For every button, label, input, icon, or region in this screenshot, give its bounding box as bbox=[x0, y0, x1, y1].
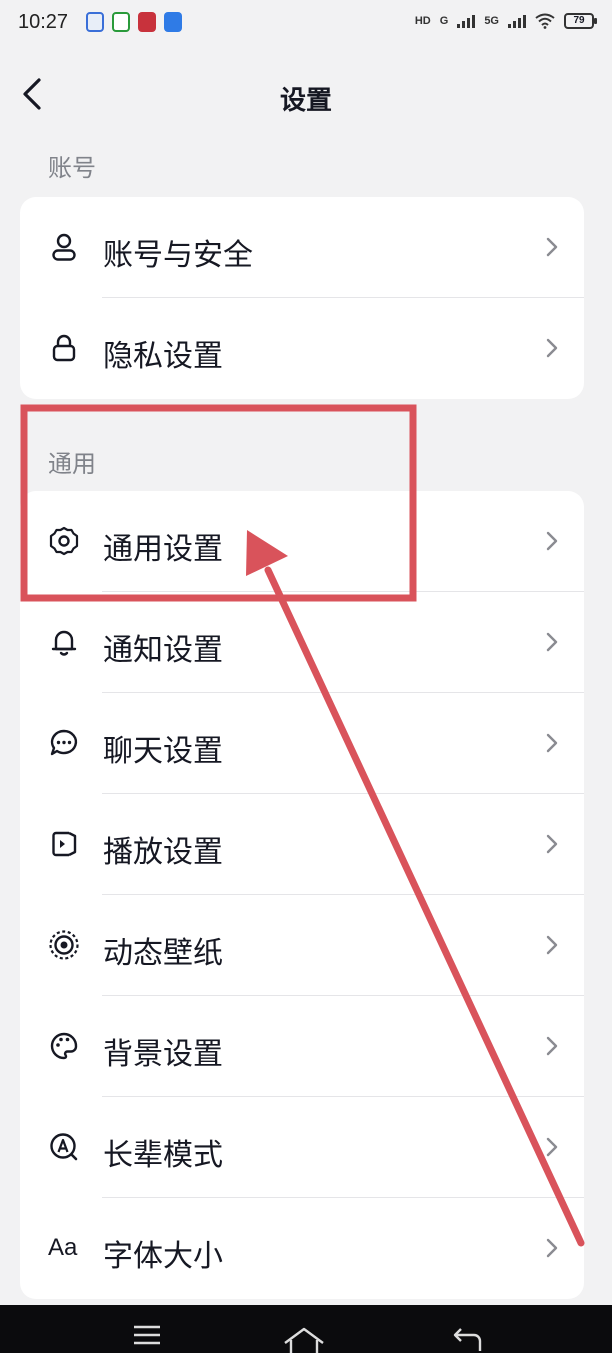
section-header-general: 通用 bbox=[48, 450, 96, 478]
settings-item-font-size[interactable]: Aa 字体大小 bbox=[20, 1198, 584, 1299]
wifi-icon bbox=[535, 13, 555, 29]
settings-item-label: 长辈模式 bbox=[103, 1138, 223, 1173]
elder-mode-icon bbox=[50, 1133, 78, 1161]
settings-item-label: 播放设置 bbox=[103, 835, 223, 870]
page-title: 设置 bbox=[279, 86, 332, 116]
status-indicators: HD G 5G 79 bbox=[414, 13, 597, 29]
chevron-right-icon bbox=[546, 338, 558, 358]
settings-item-label: 聊天设置 bbox=[103, 734, 223, 769]
settings-item-account-security[interactable]: 账号与安全 bbox=[20, 197, 584, 298]
hd-indicator: HD bbox=[414, 15, 431, 27]
settings-item-live-wallpaper[interactable]: 动态壁纸 bbox=[20, 895, 584, 996]
app-notification-icon bbox=[164, 12, 182, 32]
settings-item-label: 字体大小 bbox=[103, 1239, 223, 1274]
menu-icon[interactable] bbox=[132, 1323, 162, 1347]
account-settings-card: 账号与安全 隐私设置 bbox=[20, 197, 584, 399]
app-notification-icon bbox=[138, 12, 156, 32]
settings-item-label: 通知设置 bbox=[103, 633, 223, 668]
chevron-right-icon bbox=[546, 531, 558, 551]
nav-bar: 设置 bbox=[0, 62, 612, 128]
settings-item-notification[interactable]: 通知设置 bbox=[20, 592, 584, 693]
settings-item-general[interactable]: 通用设置 bbox=[20, 491, 584, 592]
palette-icon bbox=[50, 1032, 78, 1060]
chevron-right-icon bbox=[546, 632, 558, 652]
settings-item-privacy[interactable]: 隐私设置 bbox=[20, 298, 584, 399]
bell-icon bbox=[51, 630, 77, 656]
signal-bars-icon bbox=[508, 14, 526, 28]
settings-item-chat[interactable]: 聊天设置 bbox=[20, 693, 584, 794]
signal-bars-icon bbox=[457, 14, 476, 28]
5g-signal-label: 5G bbox=[484, 15, 499, 27]
g-signal-label: G bbox=[439, 15, 449, 27]
back-nav-icon[interactable] bbox=[450, 1325, 482, 1351]
app-notification-icon bbox=[112, 12, 130, 32]
home-icon[interactable] bbox=[282, 1325, 326, 1353]
battery-indicator: 79 bbox=[564, 13, 597, 29]
status-bar: 10:27 HD G 5G 79 bbox=[0, 0, 612, 48]
chevron-right-icon bbox=[546, 1036, 558, 1056]
settings-item-label: 动态壁纸 bbox=[103, 936, 223, 971]
chat-bubble-icon bbox=[50, 729, 78, 756]
play-icon bbox=[52, 831, 77, 857]
chevron-right-icon bbox=[546, 1238, 558, 1258]
system-nav-bar bbox=[0, 1305, 612, 1353]
settings-item-label: 账号与安全 bbox=[103, 238, 253, 273]
status-time: 10:27 bbox=[18, 11, 69, 33]
app-notification-icon bbox=[86, 12, 104, 32]
chevron-right-icon bbox=[546, 733, 558, 753]
font-size-icon: Aa bbox=[48, 1234, 78, 1261]
chevron-right-icon bbox=[546, 834, 558, 854]
chevron-right-icon bbox=[546, 935, 558, 955]
chevron-right-icon bbox=[546, 237, 558, 257]
chevron-right-icon bbox=[546, 1137, 558, 1157]
gear-icon bbox=[49, 526, 79, 556]
settings-item-label: 背景设置 bbox=[103, 1037, 223, 1072]
lock-icon bbox=[52, 334, 76, 362]
settings-item-label: 通用设置 bbox=[103, 532, 223, 567]
settings-item-elder-mode[interactable]: 长辈模式 bbox=[20, 1097, 584, 1198]
settings-item-background[interactable]: 背景设置 bbox=[20, 996, 584, 1097]
settings-item-label: 隐私设置 bbox=[103, 339, 223, 374]
settings-item-playback[interactable]: 播放设置 bbox=[20, 794, 584, 895]
status-app-icons bbox=[86, 12, 182, 32]
person-icon bbox=[52, 233, 76, 261]
general-settings-card: 通用设置 通知设置 聊天设置 播放设置 动态壁纸 背景设置 长辈模式 Aa 字体… bbox=[20, 491, 584, 1299]
wallpaper-icon bbox=[49, 930, 79, 960]
section-header-account: 账号 bbox=[48, 154, 96, 182]
